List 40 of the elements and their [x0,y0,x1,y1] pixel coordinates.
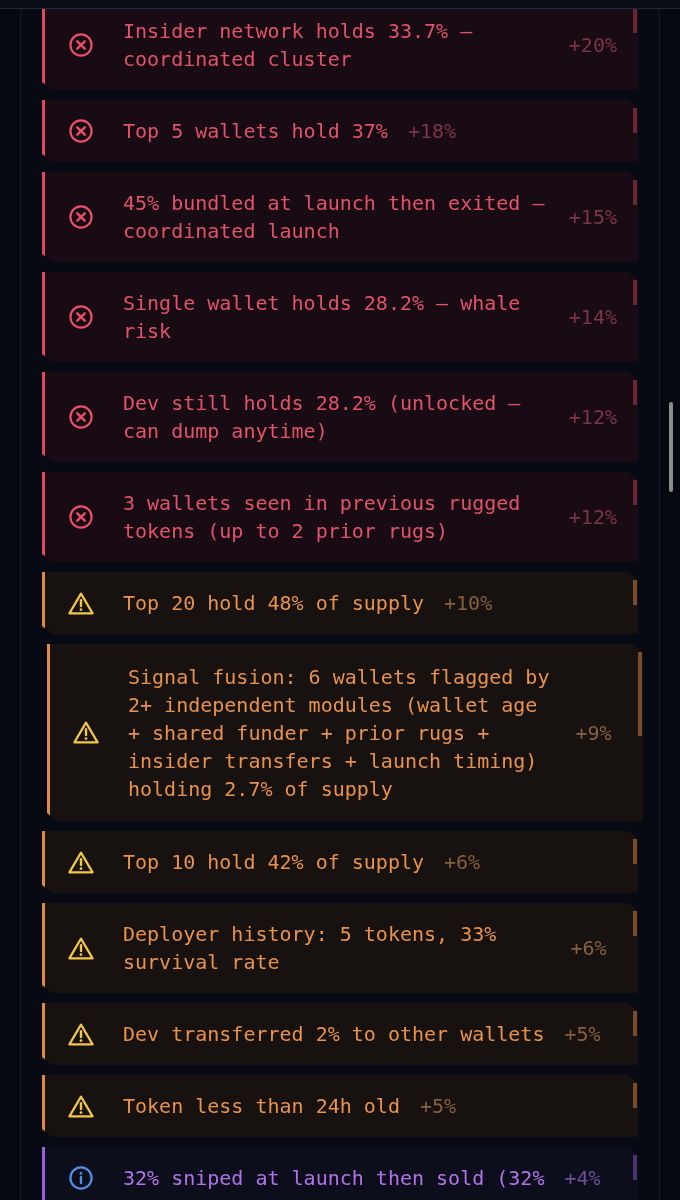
finding-text: Token less than 24h old [123,1093,400,1120]
x-circle-icon [69,205,93,229]
warning-icon [68,1094,94,1118]
finding-text: Top 20 hold 48% of supply [123,590,425,617]
score-delta: +6% [570,935,607,962]
warning-icon [68,591,94,615]
scrollbar-thumb[interactable] [669,402,673,492]
x-circle-icon [69,305,93,329]
warning-icon [68,936,94,960]
finding-text: Top 10 hold 42% of supply [123,849,425,876]
x-circle-icon [69,405,93,429]
finding-text: Dev transferred 2% to other wallets [123,1021,545,1048]
finding-text: 3 wallets seen in previous rugged tokens (up to 2 prior rugs) [123,490,522,545]
finding-text: 45% bundled at launch then exited — coordinated launch [123,190,546,245]
finding-text: 32% sniped at launch then sold (32% [123,1165,545,1192]
score-delta: +12% [568,404,617,431]
score-delta: +12% [568,504,617,531]
warning-icon [68,1022,94,1046]
finding-text: Top 5 wallets hold 37% [123,118,388,145]
info-icon [69,1166,93,1190]
finding-text: Dev still holds 28.2% (unlocked — can dump anytime) [123,390,522,445]
score-delta: +20% [568,32,617,59]
score-delta: +4% [564,1165,601,1192]
score-delta: +9% [575,719,612,747]
score-delta: +18% [407,118,457,145]
finding-text: Single wallet holds 28.2% — whale risk [123,290,522,345]
finding-text: Signal fusion: 6 wallets flagged by 2+ independent modules (wallet age + shared funder + prior rugs + insider transfers + launch timing) holding 2.7% of supply [128,663,551,803]
x-circle-icon [69,33,93,57]
finding-text: Deployer history: 5 tokens, 33% survival rate [123,921,498,976]
score-delta: +10% [444,590,493,617]
score-delta: +5% [564,1021,601,1048]
score-delta: +14% [568,304,617,331]
finding-text: Insider network holds 33.7% — coordinated cluster [123,18,474,73]
score-delta: +15% [568,204,617,231]
score-delta: +5% [419,1093,457,1120]
x-circle-icon [69,505,93,529]
warning-icon [73,721,99,744]
score-delta: +6% [444,849,481,876]
warning-icon [68,850,94,874]
x-circle-icon [69,119,93,143]
